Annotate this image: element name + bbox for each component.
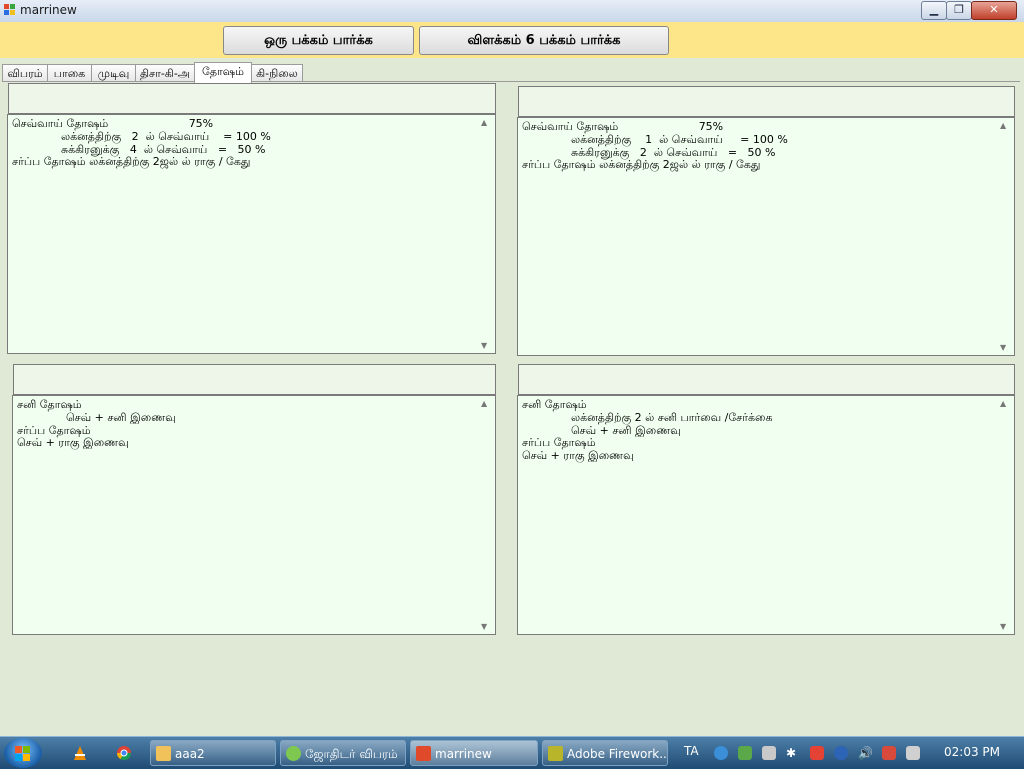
scroll-down-icon[interactable]: ▼ — [481, 341, 487, 350]
clock[interactable]: 02:03 PM — [944, 745, 1000, 759]
chrome-icon[interactable] — [116, 745, 132, 761]
vertical-scrollbar[interactable]: ▲ ▼ — [997, 397, 1013, 633]
start-button[interactable] — [4, 738, 42, 768]
taskbar-item-label: aaa2 — [175, 747, 205, 761]
window-title: marrinew — [20, 3, 77, 17]
tab-panel-border — [2, 81, 1020, 82]
network-warning-icon[interactable] — [882, 746, 896, 760]
vertical-scrollbar[interactable]: ▲ ▼ — [997, 119, 1013, 354]
tab-dasa[interactable]: திசா-கி-அ — [135, 64, 195, 82]
app-icon — [4, 4, 16, 16]
view-six-pages-button[interactable]: விளக்கம் 6 பக்கம் பார்க்க — [419, 26, 669, 55]
app-icon — [416, 746, 431, 761]
maximize-button[interactable]: ❐ — [946, 1, 972, 20]
textbox-top-left[interactable]: செவ்வாய் தோஷம் 75% லக்னத்திற்கு 2 ல் செவ… — [7, 114, 496, 354]
taskbar-item-marrinew[interactable]: marrinew — [410, 740, 538, 766]
vlc-icon[interactable] — [72, 745, 88, 761]
volume-icon[interactable]: 🔊 — [858, 746, 873, 760]
taskbar-item-label: marrinew — [435, 747, 492, 761]
close-button[interactable]: ✕ — [971, 1, 1017, 20]
folder-icon — [156, 746, 171, 761]
scroll-down-icon[interactable]: ▼ — [1000, 343, 1006, 352]
app-tray-icon[interactable] — [762, 746, 776, 760]
taskbar-item-label: Adobe Firework... — [567, 747, 668, 761]
language-indicator[interactable]: TA — [684, 744, 699, 758]
panel-header-top-left — [8, 83, 496, 114]
scroll-up-icon[interactable]: ▲ — [481, 399, 487, 408]
taskbar-item-jothidar[interactable]: ஜோதிடர் விபரம் — [280, 740, 406, 766]
panel-header-top-right — [518, 86, 1015, 117]
power-icon[interactable] — [906, 746, 920, 760]
antivirus-icon[interactable] — [810, 746, 824, 760]
vertical-scrollbar[interactable]: ▲ ▼ — [478, 397, 494, 633]
scroll-up-icon[interactable]: ▲ — [481, 118, 487, 127]
network-globe-icon[interactable] — [714, 746, 728, 760]
textbox-top-right[interactable]: செவ்வாய் தோஷம் 75% லக்னத்திற்கு 1 ல் செவ… — [517, 117, 1015, 356]
tab-degrees[interactable]: பாகை — [47, 64, 92, 82]
scroll-down-icon[interactable]: ▼ — [481, 622, 487, 631]
app-tray-icon[interactable] — [738, 746, 752, 760]
app-tray-icon[interactable] — [834, 746, 848, 760]
tab-dosham[interactable]: தோஷம் — [194, 62, 252, 83]
scroll-up-icon[interactable]: ▲ — [1000, 121, 1006, 130]
panel-header-bottom-left — [13, 364, 496, 395]
textbox-bottom-right[interactable]: சனி தோஷம் லக்னத்திற்கு 2 ல் சனி பார்வை /… — [517, 395, 1015, 635]
textbox-content: செவ்வாய் தோஷம் 75% லக்னத்திற்கு 2 ல் செவ… — [12, 117, 271, 169]
toolbar: ஒரு பக்கம் பார்க்க விளக்கம் 6 பக்கம் பார… — [0, 22, 1024, 58]
view-one-page-button[interactable]: ஒரு பக்கம் பார்க்க — [223, 26, 414, 55]
fireworks-icon — [548, 746, 563, 761]
textbox-bottom-left[interactable]: சனி தோஷம் செவ் + சனி இணைவு சர்ப்ப தோஷம் … — [12, 395, 496, 635]
vertical-scrollbar[interactable]: ▲ ▼ — [478, 116, 494, 352]
tab-details[interactable]: விபரம் — [2, 64, 48, 82]
app-icon — [286, 746, 301, 761]
tab-result[interactable]: முடிவு — [91, 64, 136, 82]
taskbar-item-label: ஜோதிடர் விபரம் — [305, 747, 398, 761]
scroll-up-icon[interactable]: ▲ — [1000, 399, 1006, 408]
tab-planet-position[interactable]: கி-நிலை — [251, 64, 303, 82]
title-bar: marrinew ▁ ❐ ✕ — [0, 0, 1024, 23]
textbox-content: சனி தோஷம் செவ் + சனி இணைவு சர்ப்ப தோஷம் … — [17, 398, 176, 450]
bluetooth-icon[interactable]: ✱ — [786, 746, 800, 760]
textbox-content: சனி தோஷம் லக்னத்திற்கு 2 ல் சனி பார்வை /… — [522, 398, 773, 463]
taskbar-item-fireworks[interactable]: Adobe Firework... — [542, 740, 668, 766]
taskbar-item-aaa2[interactable]: aaa2 — [150, 740, 276, 766]
minimize-button[interactable]: ▁ — [921, 1, 947, 20]
scroll-down-icon[interactable]: ▼ — [1000, 622, 1006, 631]
textbox-content: செவ்வாய் தோஷம் 75% லக்னத்திற்கு 1 ல் செவ… — [522, 120, 788, 172]
panel-header-bottom-right — [518, 364, 1015, 395]
